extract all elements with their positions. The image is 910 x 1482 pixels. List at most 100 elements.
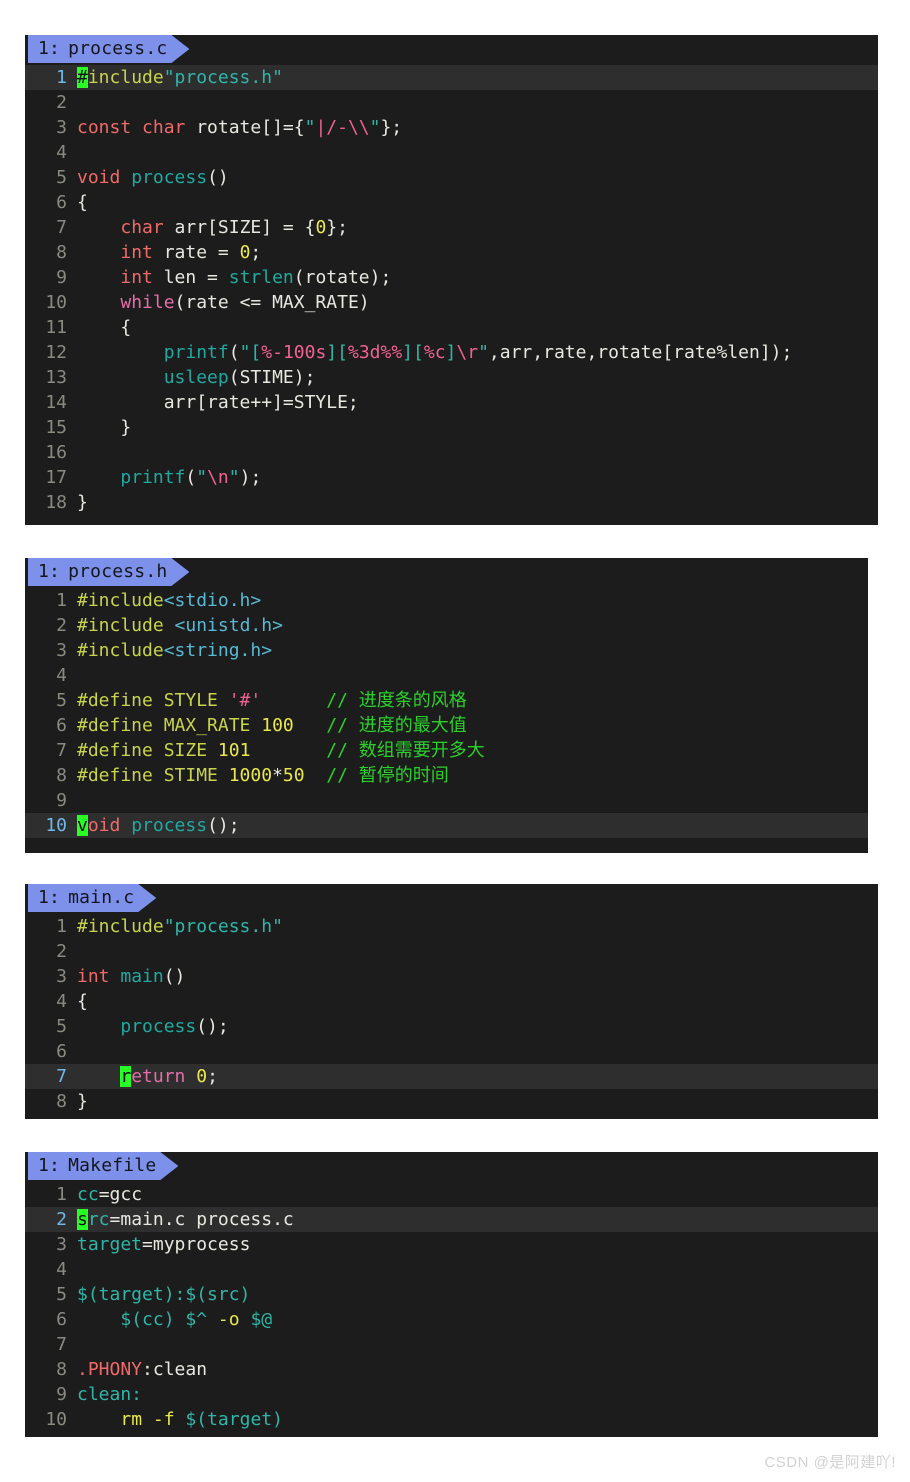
tab-index: 1: [38, 561, 61, 582]
line-content: int main() [77, 966, 186, 987]
code-line[interactable]: 4 { [25, 989, 878, 1014]
code-line[interactable]: 1 #include<stdio.h> [25, 588, 868, 613]
code-line[interactable]: 3 const char rotate[]={"|/-\\"}; [25, 115, 878, 140]
line-content: } [77, 417, 132, 438]
tab-makefile[interactable]: 1: Makefile [28, 1152, 178, 1180]
code-line[interactable]: 7 return 0; [25, 1064, 878, 1089]
code-line[interactable]: 5 $(target):$(src) [25, 1282, 878, 1307]
line-number: 7 [56, 217, 67, 238]
line-number: 3 [56, 640, 67, 661]
tabbar-makefile: 1: Makefile [25, 1152, 878, 1180]
code-line[interactable]: 2 src=main.c process.c [25, 1207, 878, 1232]
code-line[interactable]: 4 [25, 140, 878, 165]
line-number: 8 [56, 1359, 67, 1380]
line-content: #include<stdio.h> [77, 590, 262, 611]
code-line[interactable]: 7 [25, 1332, 878, 1357]
code-line[interactable]: 6 { [25, 190, 878, 215]
code-line[interactable]: 2 [25, 90, 878, 115]
code-line[interactable]: 16 [25, 440, 878, 465]
code-line[interactable]: 6 $(cc) $^ -o $@ [25, 1307, 878, 1332]
code-line[interactable]: 10 rm -f $(target) [25, 1407, 878, 1432]
code-line[interactable]: 13 usleep(STIME); [25, 365, 878, 390]
line-number: 17 [45, 467, 67, 488]
code-line[interactable]: 6 #define MAX_RATE 100 // 进度的最大值 [25, 713, 868, 738]
line-number: 2 [56, 941, 67, 962]
line-content: return 0; [120, 1066, 218, 1087]
line-content: #define SIZE 101 // 数组需要开多大 [77, 740, 485, 761]
tab-process-c[interactable]: 1: process.c [28, 35, 189, 63]
line-content: char arr[SIZE] = {0}; [120, 217, 348, 238]
code-line[interactable]: 5 void process() [25, 165, 878, 190]
code-line[interactable]: 1 cc=gcc [25, 1182, 878, 1207]
tab-index: 1: [38, 887, 61, 908]
line-number: 7 [56, 1066, 67, 1087]
inline-comment: // 数组需要开多大 [326, 740, 485, 761]
line-content: rm -f $(target) [120, 1409, 283, 1430]
code-line[interactable]: 8 } [25, 1089, 878, 1114]
line-content: int len = strlen(rotate); [120, 267, 392, 288]
code-line[interactable]: 14 arr[rate++]=STYLE; [25, 390, 878, 415]
tab-index: 1: [38, 1155, 61, 1176]
line-content: $(target):$(src) [77, 1284, 251, 1305]
code-line[interactable]: 10 void process(); [25, 813, 868, 838]
code-line[interactable]: 3 target=myprocess [25, 1232, 878, 1257]
code-line[interactable]: 5 #define STYLE '#' // 进度条的风格 [25, 688, 868, 713]
line-number: 10 [45, 292, 67, 313]
code-line[interactable]: 11 { [25, 315, 878, 340]
code-line[interactable]: 8 .PHONY:clean [25, 1357, 878, 1382]
code-line[interactable]: 1 #include"process.h" [25, 914, 878, 939]
line-number: 6 [56, 1041, 67, 1062]
tab-filename: process.c [68, 38, 168, 59]
line-number: 4 [56, 665, 67, 686]
code-line[interactable]: 2 [25, 939, 878, 964]
tab-main-c[interactable]: 1: main.c [28, 884, 156, 912]
code-line[interactable]: 12 printf("[%-100s][%3d%%][%c]\r",arr,ra… [25, 340, 878, 365]
tab-process-h[interactable]: 1: process.h [28, 558, 189, 586]
line-content: printf("\n"); [120, 467, 262, 488]
code-line[interactable]: 9 clean: [25, 1382, 878, 1407]
code-block-makefile: 1: Makefile 1 cc=gcc 2 src=main.c proces… [25, 1152, 878, 1437]
code-line[interactable]: 2 #include <unistd.h> [25, 613, 868, 638]
tab-filename: process.h [68, 561, 168, 582]
code-line[interactable]: 9 [25, 788, 868, 813]
line-content: #include<string.h> [77, 640, 273, 661]
line-content: } [77, 1091, 88, 1112]
tab-index: 1: [38, 38, 61, 59]
code-lines-process-h: 1 #include<stdio.h> 2 #include <unistd.h… [25, 586, 868, 844]
code-line[interactable]: 18 } [25, 490, 878, 515]
code-line[interactable]: 8 #define STIME 1000*50 // 暂停的时间 [25, 763, 868, 788]
line-content: #include <unistd.h> [77, 615, 283, 636]
line-content: target=myprocess [77, 1234, 251, 1255]
code-line[interactable]: 3 #include<string.h> [25, 638, 868, 663]
line-number: 3 [56, 117, 67, 138]
line-number: 3 [56, 966, 67, 987]
code-line[interactable]: 7 char arr[SIZE] = {0}; [25, 215, 878, 240]
code-line[interactable]: 10 while(rate <= MAX_RATE) [25, 290, 878, 315]
line-number: 1 [56, 1184, 67, 1205]
code-line[interactable]: 17 printf("\n"); [25, 465, 878, 490]
code-line[interactable]: 4 [25, 1257, 878, 1282]
line-content: $(cc) $^ -o $@ [120, 1309, 273, 1330]
code-line[interactable]: 3 int main() [25, 964, 878, 989]
line-number: 5 [56, 167, 67, 188]
line-content: #define MAX_RATE 100 // 进度的最大值 [77, 715, 467, 736]
line-content: { [77, 991, 88, 1012]
code-line[interactable]: 15 } [25, 415, 878, 440]
line-content: cc=gcc [77, 1184, 143, 1205]
code-line[interactable]: 6 [25, 1039, 878, 1064]
line-number: 7 [56, 740, 67, 761]
line-number: 5 [56, 1016, 67, 1037]
code-line[interactable]: 8 int rate = 0; [25, 240, 878, 265]
line-content: #define STYLE '#' // 进度条的风格 [77, 690, 467, 711]
code-line[interactable]: 4 [25, 663, 868, 688]
line-content: void process(); [77, 815, 240, 836]
code-line[interactable]: 5 process(); [25, 1014, 878, 1039]
line-number: 2 [56, 1209, 67, 1230]
tabbar-process-h: 1: process.h [25, 558, 868, 586]
line-number: 13 [45, 367, 67, 388]
code-lines-makefile: 1 cc=gcc 2 src=main.c process.c 3 target… [25, 1180, 878, 1437]
code-line[interactable]: 9 int len = strlen(rotate); [25, 265, 878, 290]
code-line[interactable]: 1 #include"process.h" [25, 65, 878, 90]
line-number: 10 [45, 1409, 67, 1430]
code-line[interactable]: 7 #define SIZE 101 // 数组需要开多大 [25, 738, 868, 763]
